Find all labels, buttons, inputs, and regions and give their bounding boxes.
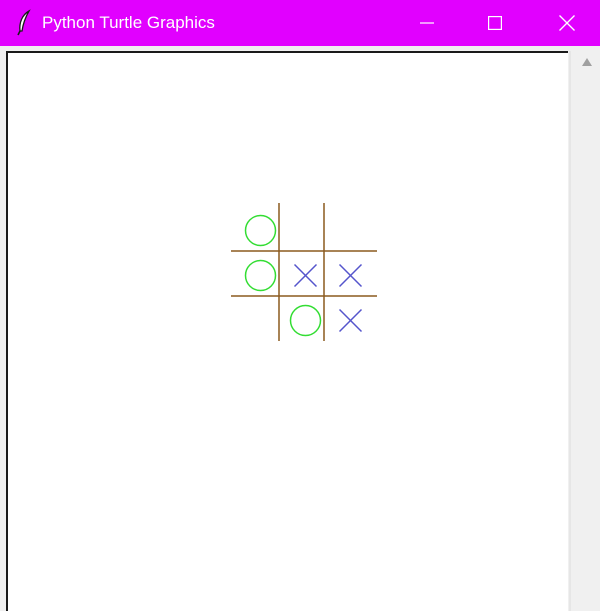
tic-tac-toe-board	[231, 203, 377, 341]
scroll-up-arrow-icon[interactable]	[581, 57, 593, 67]
window-title: Python Turtle Graphics	[42, 13, 215, 32]
maximize-icon	[488, 16, 502, 30]
o-mark	[244, 214, 277, 247]
vertical-scrollbar[interactable]	[576, 51, 598, 611]
maximize-button[interactable]	[472, 0, 518, 46]
o-mark	[244, 259, 277, 292]
x-mark	[293, 263, 318, 288]
close-icon	[559, 15, 575, 31]
canvas-divider	[569, 51, 571, 611]
x-mark	[338, 263, 363, 288]
minimize-button[interactable]	[404, 0, 450, 46]
title-bar[interactable]: Python Turtle Graphics	[0, 0, 600, 46]
minimize-icon	[420, 22, 434, 24]
scrollbar-track[interactable]	[576, 73, 598, 611]
turtle-canvas[interactable]	[6, 51, 568, 611]
feather-icon	[17, 9, 31, 36]
o-mark	[289, 304, 322, 337]
x-mark	[338, 308, 363, 333]
close-button[interactable]	[544, 0, 590, 46]
